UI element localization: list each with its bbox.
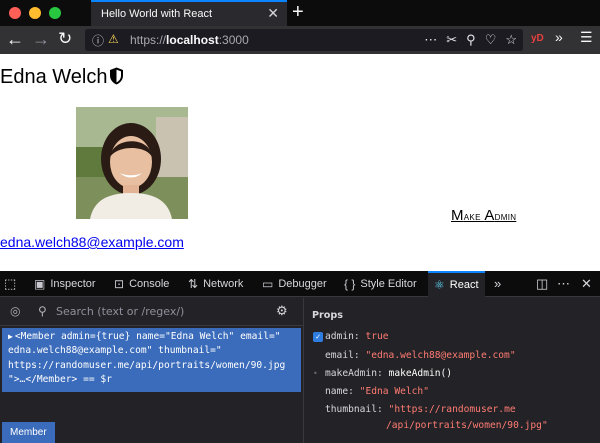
- props-heading: Props: [312, 310, 343, 321]
- url-bar[interactable]: ⓘ ⚠ https://localhost:3000 ⋯ ✂ ⚲ ♡ ☆: [85, 29, 523, 51]
- reload-icon[interactable]: ↻: [58, 28, 72, 50]
- prop-thumbnail: thumbnail: "https://randomuser.me: [325, 404, 516, 415]
- back-arrow-icon[interactable]: ←: [6, 28, 24, 50]
- prop-makeadmin: makeAdmin: makeAdmin(): [325, 368, 453, 379]
- dock-toggle-icon[interactable]: ◫: [536, 276, 548, 292]
- gear-icon[interactable]: ⚙: [276, 303, 288, 319]
- screenshot-icon[interactable]: ✂: [446, 31, 457, 49]
- tab-label: Debugger: [278, 278, 327, 290]
- person-name-heading: Edna Welch: [0, 66, 124, 89]
- tab-label: Console: [129, 278, 170, 290]
- breadcrumb[interactable]: Member: [2, 422, 55, 443]
- devtools-panel: ⬚ ▣ Inspector ⊡ Console ⇅ Network ▭ Debu…: [0, 271, 600, 443]
- search-icon: ⚲: [38, 304, 47, 318]
- component-tree-pane: ◎ ⚲ ⚙ ▶<Member admin={true} name="Edna W…: [0, 298, 304, 443]
- console-icon: ⊡: [114, 277, 125, 291]
- expand-arrow-icon[interactable]: ▶: [8, 332, 13, 341]
- navigation-toolbar: ← → ↻ ⓘ ⚠ https://localhost:3000 ⋯ ✂ ⚲ ♡…: [0, 26, 600, 54]
- lightbulb-icon[interactable]: ⚲: [466, 31, 476, 49]
- devtools-toolbar: ⬚ ▣ Inspector ⊡ Console ⇅ Network ▭ Debu…: [0, 271, 600, 297]
- close-devtools-icon[interactable]: ✕: [581, 276, 592, 292]
- extension-icon[interactable]: yD: [531, 33, 544, 44]
- braces-icon: { }: [344, 277, 356, 291]
- tree-line: ">…</Member> == $r: [8, 374, 112, 386]
- component-search-input[interactable]: [56, 302, 261, 320]
- tab-debugger[interactable]: ▭ Debugger: [262, 271, 327, 297]
- page-content: Edna Welch Make Admin edna.welch88@examp…: [0, 54, 600, 271]
- target-select-icon[interactable]: ◎: [10, 304, 20, 318]
- info-icon[interactable]: ⓘ: [92, 32, 104, 49]
- inspector-icon: ▣: [34, 277, 46, 291]
- prop-admin: admin: true: [325, 331, 389, 342]
- close-icon[interactable]: ✕: [267, 5, 279, 21]
- browser-tab-active[interactable]: Hello World with React ✕: [91, 0, 287, 26]
- hamburger-menu-icon[interactable]: ☰: [580, 29, 593, 46]
- bullet-icon: •: [313, 369, 318, 378]
- tree-line: https://randomuser.me/api/portraits/wome…: [8, 359, 286, 371]
- make-admin-link[interactable]: Make Admin: [451, 207, 516, 224]
- bookmark-star-icon[interactable]: ☆: [505, 31, 517, 49]
- network-icon: ⇅: [188, 277, 199, 291]
- tab-label: React: [449, 279, 479, 291]
- more-tabs-chevron-icon[interactable]: »: [494, 276, 501, 291]
- overflow-chevron-icon[interactable]: »: [555, 29, 563, 45]
- admin-checkbox[interactable]: ✓: [313, 332, 323, 342]
- profile-photo: [76, 107, 188, 219]
- shield-icon: [110, 67, 124, 85]
- browser-titlebar: Hello World with React ✕ +: [0, 0, 600, 26]
- tab-label: Inspector: [50, 278, 96, 290]
- prop-email: email: "edna.welch88@example.com": [325, 350, 516, 361]
- tree-node-member-selected[interactable]: ▶ <Member admin={true} name="Edna Welch" …: [2, 328, 301, 392]
- tree-line: <Member admin={true} name="Edna Welch" e…: [14, 331, 281, 342]
- props-pane: Props ✓ admin: true email: "edna.welch88…: [305, 298, 600, 443]
- url-text[interactable]: https://localhost:3000: [130, 33, 249, 47]
- forward-arrow-icon[interactable]: →: [32, 28, 50, 50]
- more-options-icon[interactable]: ⋯: [557, 276, 570, 292]
- tree-line: edna.welch88@example.com" thumbnail=": [8, 345, 222, 357]
- tab-network[interactable]: ⇅ Network: [188, 271, 243, 297]
- tab-style-editor[interactable]: { } Style Editor: [344, 271, 417, 297]
- plus-icon[interactable]: +: [292, 1, 304, 23]
- tab-console[interactable]: ⊡ Console: [114, 271, 169, 297]
- react-atom-icon: ⚛: [434, 278, 445, 292]
- tab-inspector[interactable]: ▣ Inspector: [34, 271, 96, 297]
- tab-react[interactable]: ⚛ React: [428, 271, 485, 297]
- insecure-lock-icon[interactable]: ⚠: [108, 32, 119, 46]
- prop-thumbnail-cont: /api/portraits/women/90.jpg": [386, 420, 548, 431]
- person-name: Edna Welch: [0, 66, 108, 88]
- component-filter-bar: ◎ ⚲ ⚙: [0, 298, 304, 326]
- email-link[interactable]: edna.welch88@example.com: [0, 234, 184, 250]
- minimize-window-button[interactable]: [29, 7, 41, 19]
- tab-title: Hello World with React: [101, 8, 213, 20]
- tab-label: Network: [203, 278, 244, 290]
- close-window-button[interactable]: [9, 7, 21, 19]
- prop-name: name: "Edna Welch": [325, 386, 429, 397]
- debugger-icon: ▭: [262, 277, 274, 291]
- pocket-icon[interactable]: ♡: [485, 31, 497, 49]
- element-picker-icon[interactable]: ⬚: [4, 276, 16, 292]
- maximize-window-button[interactable]: [49, 7, 61, 19]
- tab-label: Style Editor: [360, 278, 417, 290]
- dots-icon[interactable]: ⋯: [424, 31, 437, 49]
